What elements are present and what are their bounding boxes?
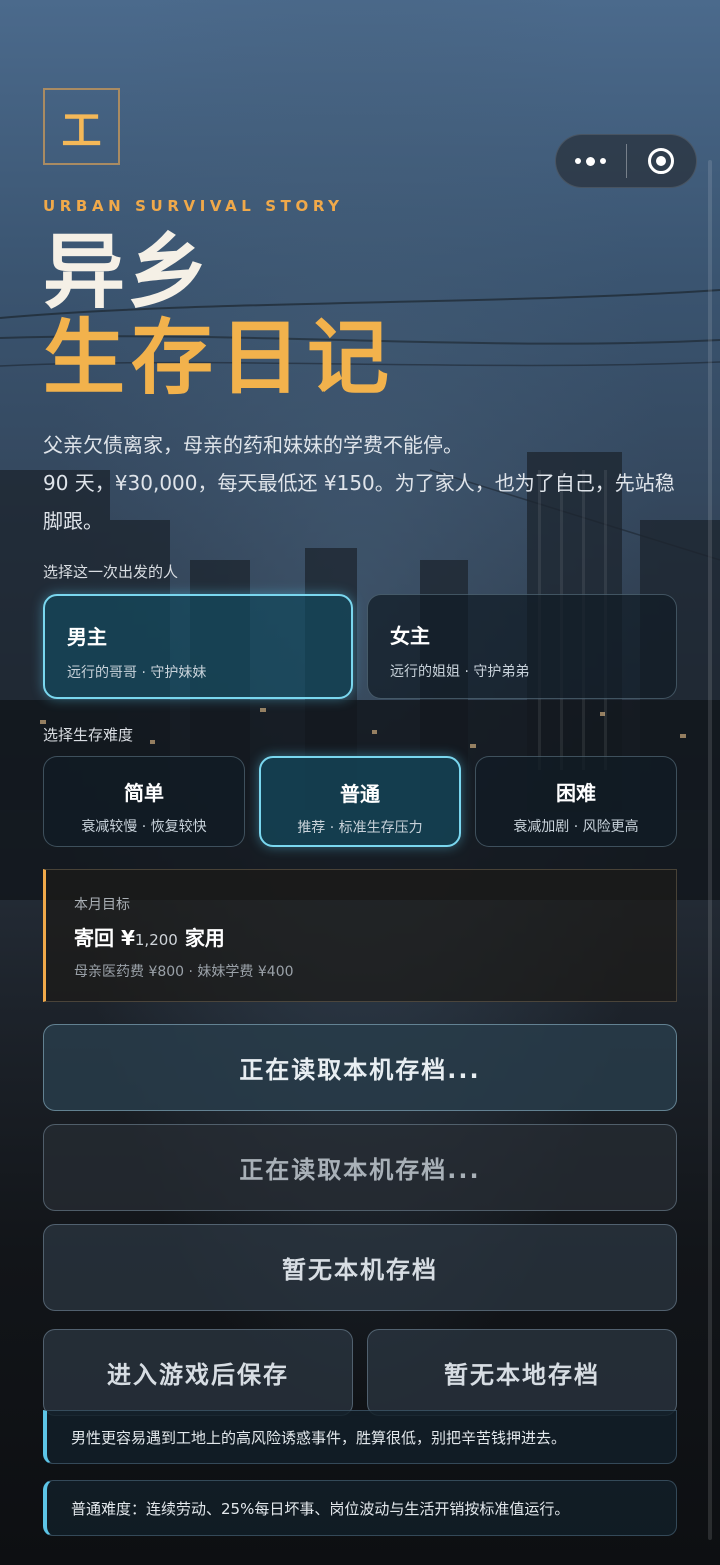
no-local-archive-button[interactable]: 暂无本地存档 xyxy=(367,1329,677,1416)
goal-amount: ¥1,200 xyxy=(121,926,178,950)
goal-currency: ¥ xyxy=(120,926,135,950)
character-section-label: 选择这一次出发的人 xyxy=(43,563,179,581)
intro-text: 父亲欠债离家，母亲的药和妹妹的学费不能停。 90 天，¥30,000，每天最低还… xyxy=(43,426,683,540)
save-after-enter-button[interactable]: 进入游戏后保存 xyxy=(43,1329,353,1416)
load-save-button-primary[interactable]: 正在读取本机存档... xyxy=(43,1024,677,1111)
character-option-female[interactable]: 女主 远行的姐姐 · 守护弟弟 xyxy=(367,594,677,699)
difficulty-tip: 普通难度：连续劳动、25%每日坏事、岗位波动与生活开销按标准值运行。 xyxy=(43,1480,677,1536)
miniprogram-capsule xyxy=(555,134,697,188)
character-option-title: 男主 xyxy=(67,625,107,649)
character-option-title: 女主 xyxy=(390,624,430,648)
title-line-2: 生存日记 xyxy=(43,311,396,406)
character-option-male[interactable]: 男主 远行的哥哥 · 守护妹妹 xyxy=(43,594,353,699)
title-line-1: 异乡 xyxy=(43,225,212,320)
difficulty-option-desc: 衰减较慢 · 恢复较快 xyxy=(81,819,207,835)
subtitle-english: URBAN SURVIVAL STORY xyxy=(43,197,344,215)
logo-glyph: 工 xyxy=(61,107,102,154)
target-ring-icon xyxy=(648,148,675,174)
close-miniprogram-button[interactable] xyxy=(627,134,697,188)
goal-suffix: 家用 xyxy=(184,926,225,950)
difficulty-option-title: 困难 xyxy=(556,781,596,805)
difficulty-section-label: 选择生存难度 xyxy=(43,726,134,744)
character-option-desc: 远行的哥哥 · 守护妹妹 xyxy=(67,665,207,681)
goal-detail: 母亲医药费 ¥800 · 妹妹学费 ¥400 xyxy=(74,964,294,980)
difficulty-option-hard[interactable]: 困难 衰减加剧 · 风险更高 xyxy=(475,756,677,847)
difficulty-option-desc: 衰减加剧 · 风险更高 xyxy=(513,819,639,835)
difficulty-option-normal[interactable]: 普通 推荐 · 标准生存压力 xyxy=(259,756,461,847)
difficulty-option-title: 普通 xyxy=(340,782,380,806)
difficulty-option-desc: 推荐 · 标准生存压力 xyxy=(297,820,423,836)
character-option-desc: 远行的姐姐 · 守护弟弟 xyxy=(390,664,530,680)
more-dots-icon xyxy=(575,156,607,166)
game-logo: 工 xyxy=(43,88,120,165)
goal-label: 本月目标 xyxy=(74,897,130,913)
monthly-goal-panel: 本月目标 寄回 ¥1,200 家用 母亲医药费 ¥800 · 妹妹学费 ¥400 xyxy=(43,869,677,1002)
difficulty-option-easy[interactable]: 简单 衰减较慢 · 恢复较快 xyxy=(43,756,245,847)
more-menu-button[interactable] xyxy=(556,134,626,188)
intro-line-2: 90 天，¥30,000，每天最低还 ¥150。为了家人，也为了自己，先站稳脚跟… xyxy=(43,471,675,533)
goal-amount-value: 1,200 xyxy=(134,931,178,949)
goal-prefix: 寄回 xyxy=(74,926,114,950)
character-tip: 男性更容易遇到工地上的高风险诱惑事件，胜算很低，别把辛苦钱押进去。 xyxy=(43,1410,677,1464)
goal-main: 寄回 ¥1,200 家用 xyxy=(74,922,648,951)
no-local-save-button[interactable]: 暂无本机存档 xyxy=(43,1224,677,1311)
difficulty-option-title: 简单 xyxy=(124,781,164,805)
load-save-button-secondary[interactable]: 正在读取本机存档... xyxy=(43,1124,677,1211)
intro-line-1: 父亲欠债离家，母亲的药和妹妹的学费不能停。 xyxy=(43,433,463,457)
